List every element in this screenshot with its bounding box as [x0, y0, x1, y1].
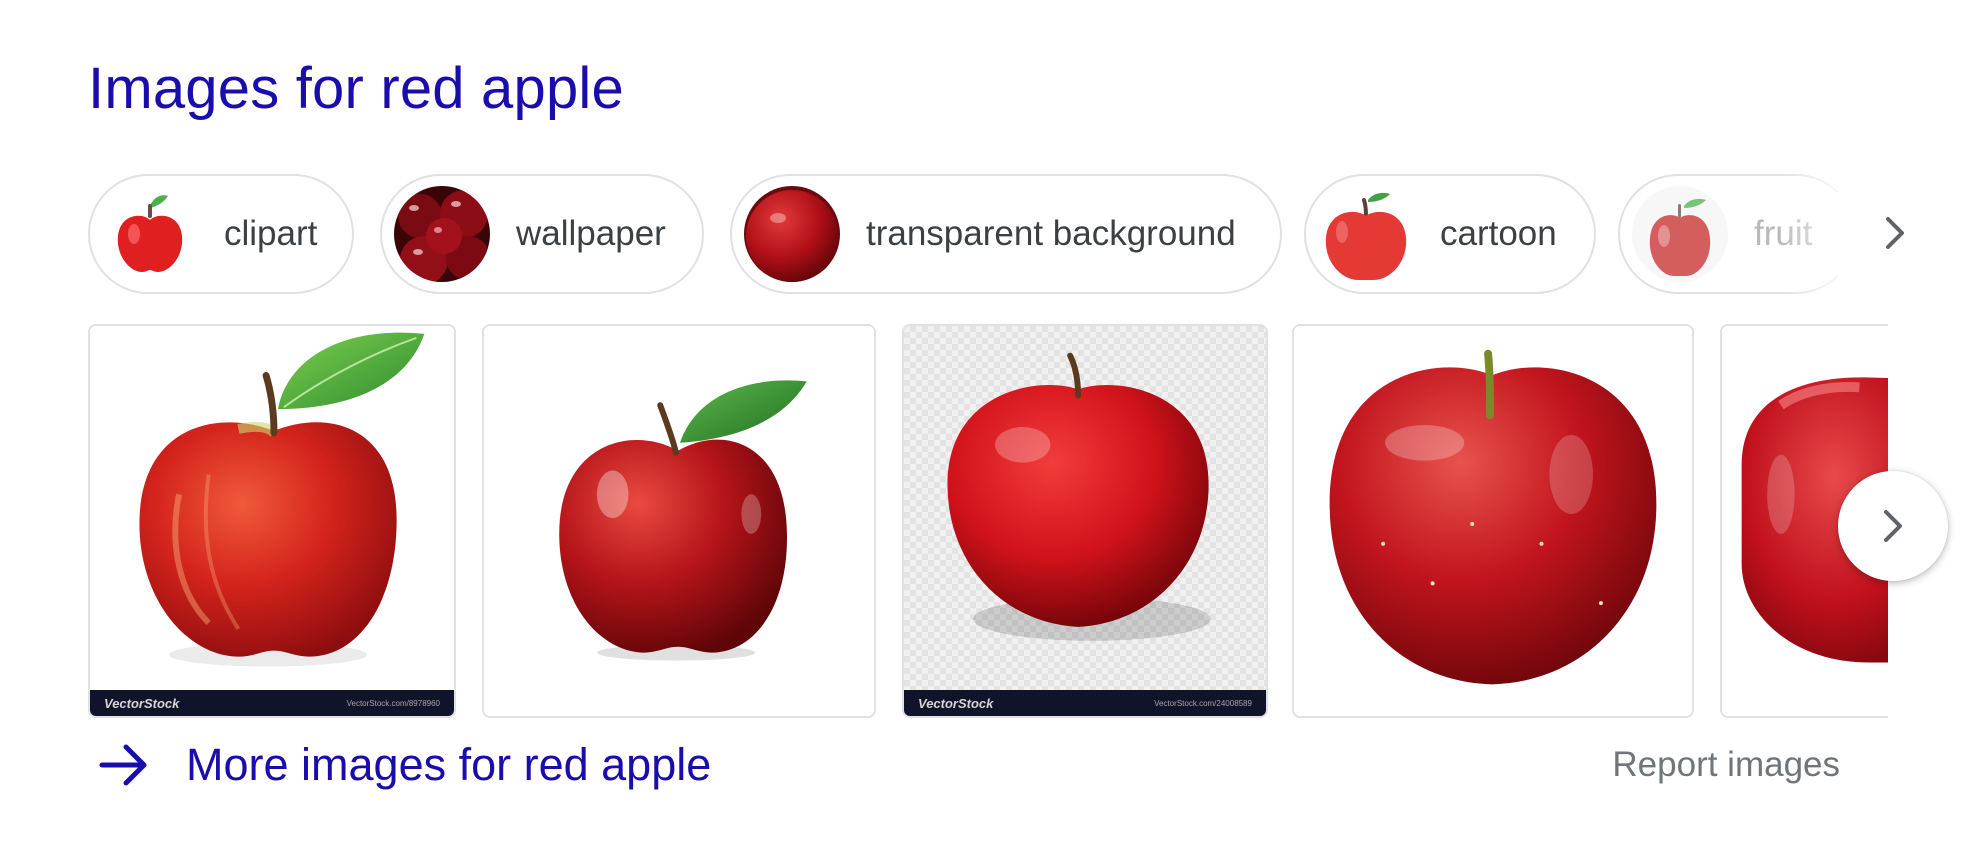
image-result-4[interactable]	[1292, 324, 1694, 718]
watermark-brand: VectorStock	[918, 695, 994, 711]
apple-cartoon-icon	[1318, 186, 1414, 282]
chip-label: transparent background	[866, 214, 1236, 253]
chip-clipart[interactable]: clipart	[88, 174, 354, 294]
report-images-link[interactable]: Report images	[1612, 745, 1840, 785]
more-images-label: More images for red apple	[186, 739, 712, 790]
section-title[interactable]: Images for red apple	[88, 60, 624, 118]
chip-cartoon[interactable]: cartoon	[1304, 174, 1596, 294]
chip-label: clipart	[224, 214, 318, 253]
red-apple-photo-icon	[744, 186, 840, 282]
chips-scroll-right-icon[interactable]	[1868, 206, 1922, 260]
watermark-brand: VectorStock	[104, 695, 180, 711]
chip-label: cartoon	[1440, 214, 1557, 253]
more-images-link[interactable]: More images for red apple	[98, 736, 711, 794]
arrow-right-icon	[99, 744, 147, 786]
watermark-url: VectorStock.com/8978960	[346, 698, 440, 708]
related-chips-row: clipart wallpaper transparent background…	[88, 174, 1918, 294]
apple-photo-icon	[1632, 186, 1728, 282]
chip-wallpaper[interactable]: wallpaper	[380, 174, 704, 294]
cherries-photo-icon	[394, 186, 490, 282]
apple-clipart-icon	[102, 186, 198, 282]
apple-transparent-image	[947, 352, 1211, 641]
apple-leaf-image	[484, 326, 874, 716]
apple-leaf-image	[90, 326, 454, 716]
watermark-bar: VectorStock VectorStock.com/8978960	[90, 690, 454, 716]
chip-transparent-background[interactable]: transparent background	[730, 174, 1282, 294]
image-results-row: VectorStock VectorStock.com/8978960 Vect…	[88, 324, 1888, 720]
image-result-3[interactable]: VectorStock VectorStock.com/24008589	[902, 324, 1268, 718]
watermark-url: VectorStock.com/24008589	[1154, 698, 1252, 708]
images-next-button[interactable]	[1838, 471, 1948, 581]
image-result-1[interactable]: VectorStock VectorStock.com/8978960	[88, 324, 456, 718]
image-result-2[interactable]	[482, 324, 876, 718]
chip-label: wallpaper	[516, 214, 666, 253]
apple-closeup-image	[1294, 326, 1692, 716]
chevron-right-icon	[1884, 510, 1902, 542]
watermark-bar: VectorStock VectorStock.com/24008589	[904, 690, 1266, 716]
